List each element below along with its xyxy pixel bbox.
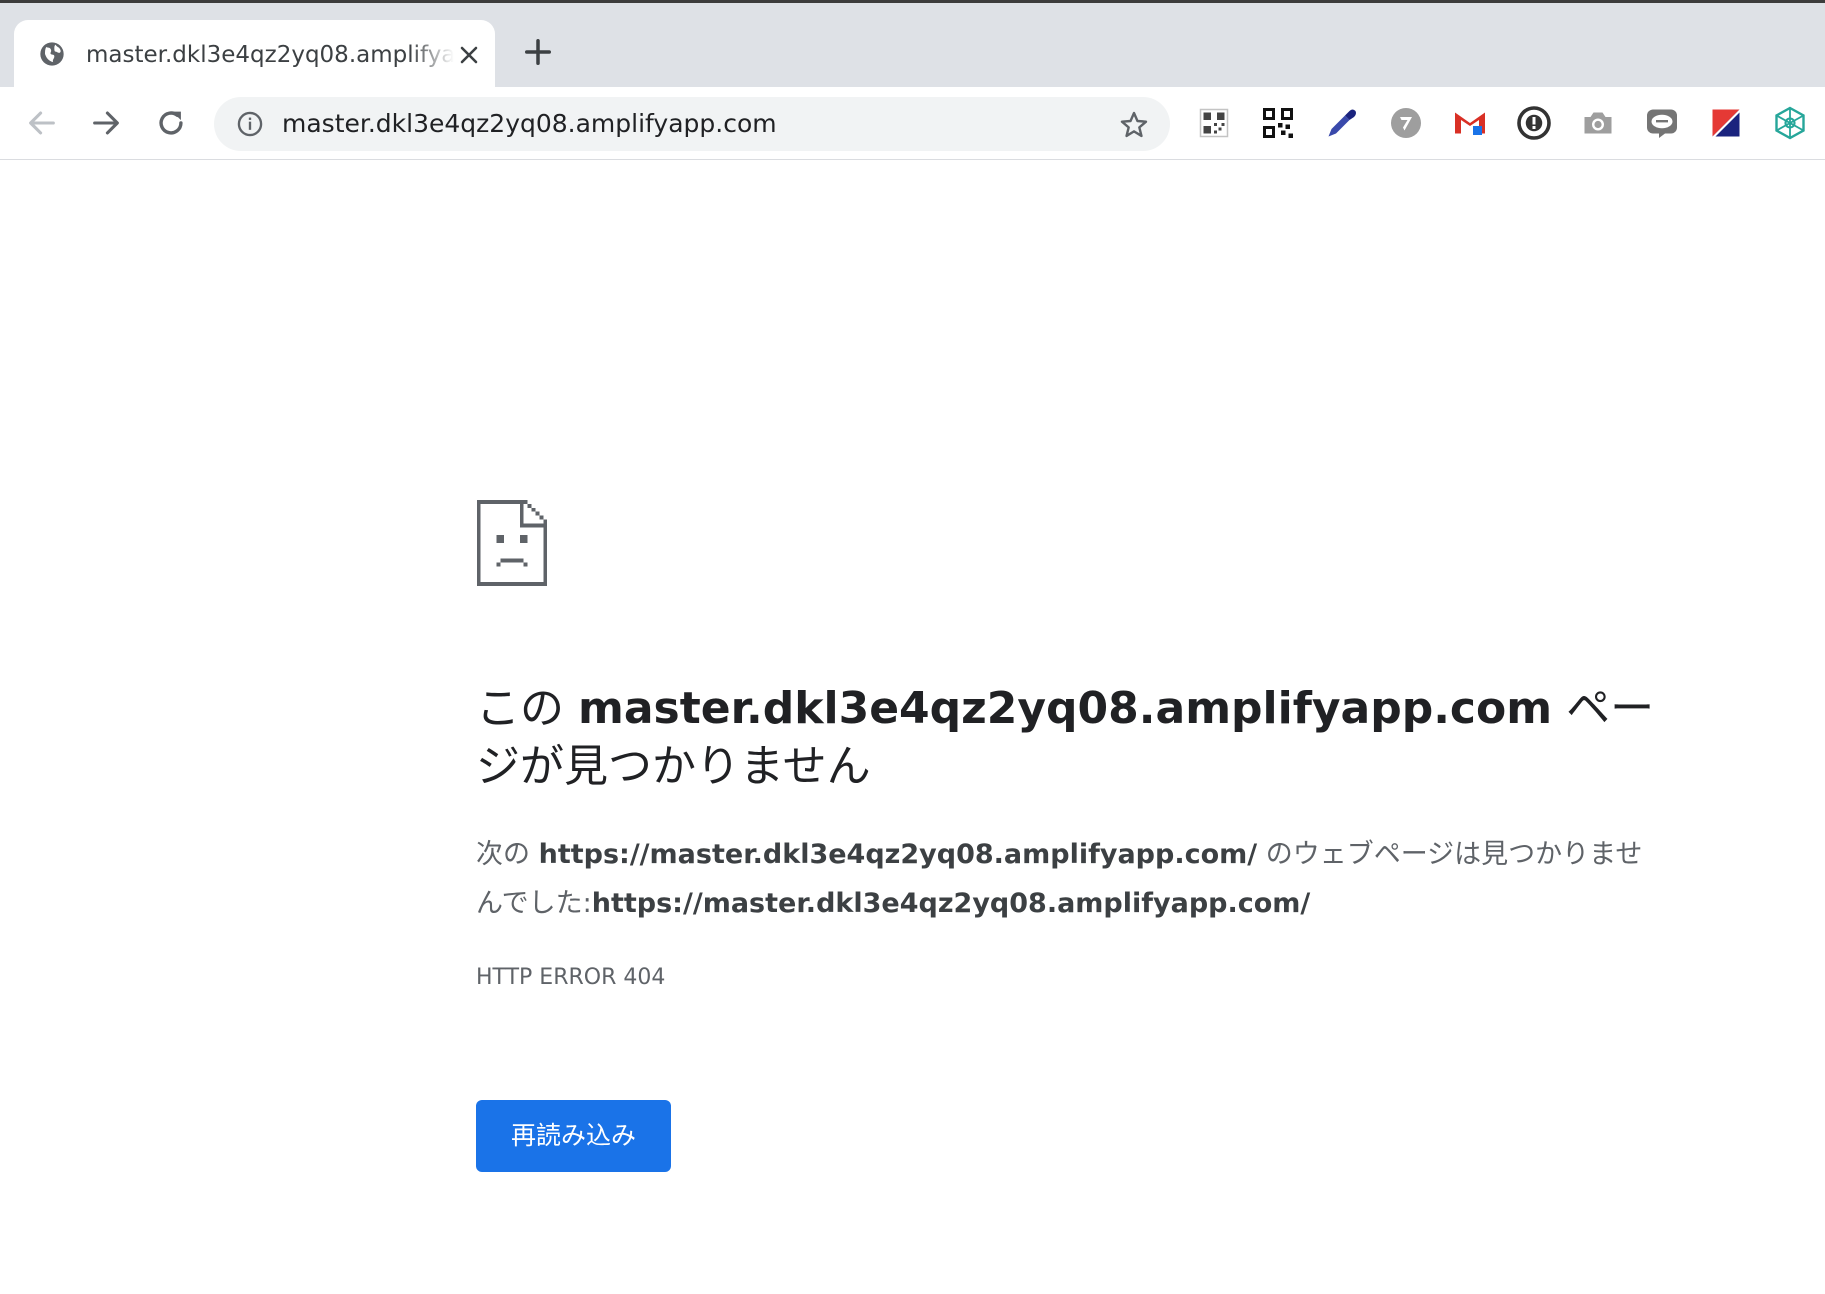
active-tab[interactable]: master.dkl3e4qz2yq08.amplifyapp.com xyxy=(14,20,495,87)
line-icon[interactable] xyxy=(1644,105,1680,141)
headline-prefix: この xyxy=(476,683,578,734)
error-headline: この master.dkl3e4qz2yq08.amplifyapp.com ペ… xyxy=(476,680,1656,796)
error-code: HTTP ERROR 404 xyxy=(476,965,666,990)
desc-url-2: https://master.dkl3e4qz2yq08.amplifyapp.… xyxy=(591,888,1311,919)
globe-icon xyxy=(40,42,64,66)
address-bar[interactable]: master.dkl3e4qz2yq08.amplifyapp.com xyxy=(214,97,1170,151)
reload-button[interactable]: 再読み込み xyxy=(476,1100,671,1172)
desc-url: https://master.dkl3e4qz2yq08.amplifyapp.… xyxy=(538,839,1258,870)
url-text[interactable]: master.dkl3e4qz2yq08.amplifyapp.com xyxy=(282,107,777,141)
hexagon-network-icon[interactable] xyxy=(1772,105,1808,141)
qr-code-icon[interactable] xyxy=(1260,105,1296,141)
eyedropper-icon[interactable] xyxy=(1324,105,1360,141)
close-icon[interactable] xyxy=(457,43,481,67)
tab-title: master.dkl3e4qz2yq08.amplifyapp.com xyxy=(86,42,454,68)
sad-document-icon xyxy=(476,500,548,586)
headline-host: master.dkl3e4qz2yq08.amplifyapp.com xyxy=(578,683,1553,734)
error-page: この master.dkl3e4qz2yq08.amplifyapp.com ペ… xyxy=(0,160,1825,1294)
gmail-icon[interactable] xyxy=(1452,105,1488,141)
qr-code-small-icon[interactable] xyxy=(1196,105,1232,141)
bookmark-star-icon[interactable] xyxy=(1118,109,1150,141)
camera-icon[interactable] xyxy=(1580,105,1616,141)
back-arrow-icon[interactable] xyxy=(25,106,59,140)
new-tab-plus-icon[interactable] xyxy=(523,37,553,67)
feedly-icon[interactable] xyxy=(1388,105,1424,141)
info-icon[interactable] xyxy=(236,110,264,138)
reload-icon[interactable] xyxy=(154,106,188,140)
browser-toolbar: master.dkl3e4qz2yq08.amplifyapp.com xyxy=(0,87,1825,160)
forward-arrow-icon[interactable] xyxy=(89,106,123,140)
tab-strip: master.dkl3e4qz2yq08.amplifyapp.com xyxy=(0,3,1825,87)
desc-prefix: 次の xyxy=(476,839,539,870)
flag-icon[interactable] xyxy=(1708,105,1744,141)
exclamation-circle-icon[interactable] xyxy=(1516,105,1552,141)
error-description: 次の https://master.dkl3e4qz2yq08.amplifya… xyxy=(476,830,1656,928)
